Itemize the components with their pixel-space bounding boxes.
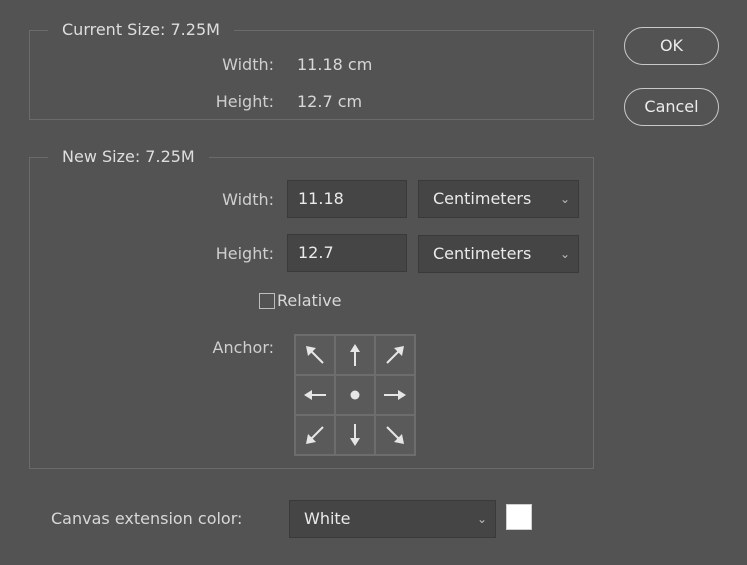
arrow-up-left-icon <box>306 346 324 364</box>
arrow-right-icon <box>384 390 406 400</box>
anchor-bottom-left[interactable] <box>295 415 335 455</box>
anchor-grid <box>294 334 416 456</box>
relative-label[interactable]: Relative <box>277 291 342 311</box>
height-unit-value: Centimeters <box>433 244 532 263</box>
anchor-center-dot-icon <box>350 390 360 400</box>
anchor-top-left[interactable] <box>295 335 335 375</box>
new-width-label: Width: <box>222 190 274 209</box>
width-unit-select[interactable]: Centimeters ⌄ <box>418 180 579 218</box>
anchor-right[interactable] <box>375 375 415 415</box>
cancel-button[interactable]: Cancel <box>624 88 719 126</box>
anchor-bottom[interactable] <box>335 415 375 455</box>
height-input[interactable]: 12.7 <box>287 234 407 272</box>
width-unit-value: Centimeters <box>433 189 532 208</box>
current-height-label: Height: <box>215 92 274 111</box>
arrow-down-right-icon <box>386 426 404 444</box>
new-size-title: New Size: 7.25M <box>48 147 209 167</box>
relative-checkbox[interactable] <box>259 293 275 309</box>
arrow-up-right-icon <box>386 346 404 364</box>
current-size-title: Current Size: 7.25M <box>48 20 234 40</box>
canvas-extension-label: Canvas extension color: <box>51 509 243 528</box>
arrow-down-icon <box>350 424 360 446</box>
anchor-bottom-right[interactable] <box>375 415 415 455</box>
anchor-top-right[interactable] <box>375 335 415 375</box>
current-width-value: 11.18 cm <box>297 55 373 74</box>
anchor-center[interactable] <box>335 375 375 415</box>
chevron-down-icon: ⌄ <box>559 247 570 261</box>
chevron-down-icon: ⌄ <box>476 512 487 526</box>
height-unit-select[interactable]: Centimeters ⌄ <box>418 235 579 273</box>
arrow-up-icon <box>350 344 360 366</box>
current-height-value: 12.7 cm <box>297 92 363 111</box>
ok-button[interactable]: OK <box>624 27 719 65</box>
arrow-left-icon <box>304 390 326 400</box>
canvas-extension-select[interactable]: White ⌄ <box>289 500 496 538</box>
current-width-label: Width: <box>222 55 274 74</box>
anchor-left[interactable] <box>295 375 335 415</box>
new-height-label: Height: <box>215 244 274 263</box>
canvas-extension-value: White <box>304 509 351 528</box>
color-swatch[interactable] <box>506 504 532 530</box>
width-input[interactable]: 11.18 <box>287 180 407 218</box>
arrow-down-left-icon <box>306 426 324 444</box>
anchor-top[interactable] <box>335 335 375 375</box>
chevron-down-icon: ⌄ <box>559 192 570 206</box>
anchor-label: Anchor: <box>212 338 275 357</box>
